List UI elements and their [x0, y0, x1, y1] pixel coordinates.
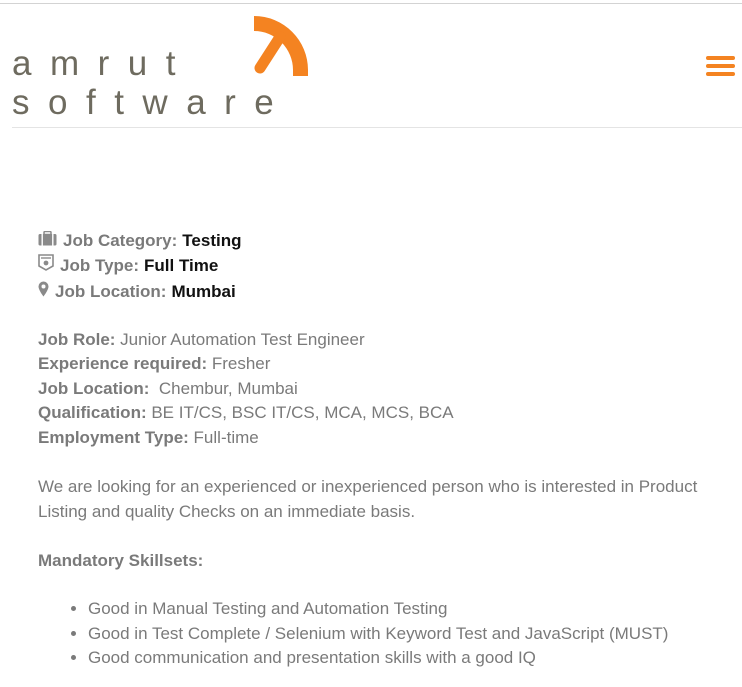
detail-experience: Experience required: Fresher: [38, 352, 728, 377]
detail-label: Qualification:: [38, 403, 147, 423]
detail-value: Full-time: [188, 427, 259, 447]
detail-job-location: Job Location: Chembur, Mumbai: [38, 377, 728, 402]
skills-heading: Mandatory Skillsets:: [38, 551, 204, 571]
job-location-value: Mumbai: [171, 281, 236, 301]
job-meta: Job Category: Testing Job Type: Full Tim…: [38, 228, 728, 304]
detail-value: Fresher: [207, 354, 271, 374]
job-details: Job Role: Junior Automation Test Enginee…: [38, 328, 728, 451]
job-location-line: Job Location: Mumbai: [38, 279, 728, 304]
detail-job-role: Job Role: Junior Automation Test Enginee…: [38, 328, 728, 353]
logo-text-amrut: amrut: [12, 44, 194, 83]
job-type-value: Full Time: [144, 256, 219, 276]
list-item: Good in Manual Testing and Automation Te…: [88, 597, 728, 622]
detail-qualification: Qualification: BE IT/CS, BSC IT/CS, MCA,…: [38, 401, 728, 426]
detail-label: Employment Type:: [38, 427, 189, 447]
job-category-value: Testing: [182, 231, 242, 250]
list-item: Good in Test Complete / Selenium with Ke…: [88, 622, 728, 647]
job-category-line: Job Category: Testing: [38, 228, 728, 253]
job-type-label: Job Type:: [60, 256, 140, 276]
location-pin-icon: [38, 279, 49, 304]
site-logo[interactable]: amrut software: [0, 0, 330, 128]
detail-label: Experience required:: [38, 354, 208, 374]
job-intro-paragraph: We are looking for an experienced or ine…: [38, 477, 698, 522]
job-category-label: Job Category:: [63, 231, 178, 250]
detail-label: Job Role:: [38, 329, 116, 349]
list-item: Good communication and presentation skil…: [88, 646, 728, 671]
detail-employment-type: Employment Type: Full-time: [38, 426, 728, 451]
skills-list: Good in Manual Testing and Automation Te…: [38, 597, 728, 671]
detail-value: Junior Automation Test Engineer: [115, 329, 365, 349]
briefcase-icon: [38, 228, 57, 253]
job-type-line: Job Type: Full Time: [38, 253, 728, 278]
detail-value: Chembur, Mumbai: [149, 378, 298, 398]
detail-label: Job Location:: [38, 378, 150, 398]
logo-mark-icon: [254, 16, 308, 76]
detail-value: BE IT/CS, BSC IT/CS, MCA, MCS, BCA: [146, 403, 454, 423]
header-divider: [12, 127, 742, 128]
logo-text-software: software: [12, 83, 293, 122]
badge-icon: [38, 253, 54, 278]
job-description: Job Category: Testing Job Type: Full Tim…: [38, 228, 728, 671]
hamburger-menu-icon[interactable]: [706, 54, 736, 78]
job-location-label: Job Location:: [55, 281, 167, 301]
